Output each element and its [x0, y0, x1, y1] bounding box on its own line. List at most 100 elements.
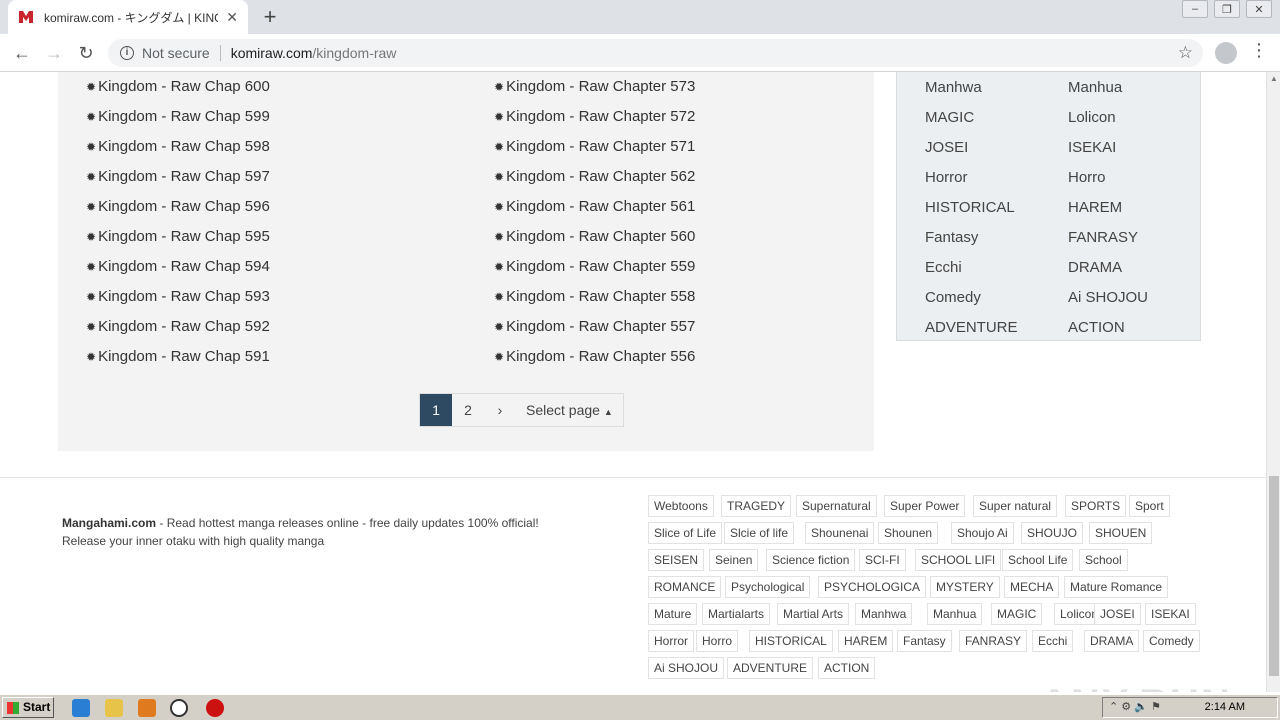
genre-tag[interactable]: ADVENTURE: [727, 657, 814, 679]
genre-link[interactable]: Lolicon: [1068, 108, 1116, 128]
genre-tag[interactable]: Ai SHOJOU: [648, 657, 725, 679]
page-scrollbar[interactable]: ▲: [1266, 72, 1280, 692]
genre-tag[interactable]: Webtoons: [648, 495, 714, 517]
page-2-button[interactable]: 2: [452, 394, 484, 426]
genre-link[interactable]: Manhua: [1068, 78, 1122, 98]
chapter-link[interactable]: ✹ Kingdom - Raw Chap 595: [86, 227, 270, 247]
genre-tag[interactable]: JOSEI: [1094, 603, 1141, 625]
genre-tag[interactable]: Mature Romance: [1064, 576, 1169, 598]
chrome-icon[interactable]: [170, 699, 188, 717]
genre-tag[interactable]: Science fiction: [766, 549, 856, 571]
chapter-link[interactable]: ✹ Kingdom - Raw Chapter 558: [494, 287, 695, 307]
genre-tag[interactable]: TRAGEDY: [721, 495, 792, 517]
genre-tag[interactable]: Slcie of life: [724, 522, 795, 544]
genre-tag[interactable]: ROMANCE: [648, 576, 722, 598]
genre-tag[interactable]: Super natural: [973, 495, 1058, 517]
genre-tag[interactable]: Ecchi: [1032, 630, 1074, 652]
next-page-button[interactable]: ›: [484, 394, 516, 426]
genre-tag[interactable]: HAREM: [838, 630, 894, 652]
genre-tag[interactable]: MECHA: [1004, 576, 1060, 598]
scroll-up-icon[interactable]: ▲: [1270, 74, 1278, 83]
chapter-link[interactable]: ✹ Kingdom - Raw Chapter 557: [494, 317, 695, 337]
genre-tag[interactable]: Slice of Life: [648, 522, 723, 544]
restore-icon[interactable]: ❐: [1214, 0, 1240, 18]
tab-close-icon[interactable]: ✕: [226, 9, 238, 26]
genre-tag[interactable]: DRAMA: [1084, 630, 1140, 652]
chapter-link[interactable]: ✹ Kingdom - Raw Chapter 573: [494, 77, 695, 97]
genre-tag[interactable]: Shounen: [878, 522, 939, 544]
scrollbar-thumb[interactable]: [1269, 476, 1279, 676]
minimize-icon[interactable]: –: [1182, 0, 1208, 18]
genre-tag[interactable]: Shounenai: [805, 522, 875, 544]
genre-tag[interactable]: Shoujo Ai: [951, 522, 1014, 544]
genre-tag[interactable]: Seinen: [709, 549, 759, 571]
genre-tag[interactable]: Supernatural: [796, 495, 877, 517]
genre-link[interactable]: ISEKAI: [1068, 138, 1116, 158]
page-1-button[interactable]: 1: [420, 394, 452, 426]
genre-tag[interactable]: SEISEN: [648, 549, 705, 571]
genre-tag[interactable]: Horror: [648, 630, 695, 652]
genre-link[interactable]: HISTORICAL: [925, 198, 1015, 218]
genre-link[interactable]: Horro: [1068, 168, 1106, 188]
select-page-dropdown[interactable]: Select page ▲: [516, 394, 623, 426]
genre-link[interactable]: ADVENTURE: [925, 318, 1018, 338]
genre-link[interactable]: HAREM: [1068, 198, 1122, 218]
start-button[interactable]: Start: [2, 697, 54, 718]
info-icon[interactable]: i: [120, 46, 134, 60]
close-window-icon[interactable]: ✕: [1246, 0, 1272, 18]
address-bar[interactable]: i Not secure komiraw.com/kingdom-raw ☆: [108, 39, 1203, 67]
genre-tag[interactable]: Martial Arts: [777, 603, 850, 625]
genre-tag[interactable]: SHOUJO: [1021, 522, 1084, 544]
kebab-menu-icon[interactable]: ⋮: [1250, 40, 1268, 61]
genre-tag[interactable]: Sport: [1129, 495, 1170, 517]
genre-tag[interactable]: SPORTS: [1065, 495, 1127, 517]
media-player-icon[interactable]: [138, 699, 156, 717]
chapter-link[interactable]: ✹ Kingdom - Raw Chap 597: [86, 167, 270, 187]
genre-tag[interactable]: SHOUEN: [1089, 522, 1153, 544]
forward-arrow-icon[interactable]: →: [42, 42, 66, 64]
genre-tag[interactable]: Comedy: [1143, 630, 1200, 652]
new-tab-button[interactable]: +: [258, 4, 282, 30]
genre-tag[interactable]: School: [1079, 549, 1128, 571]
genre-link[interactable]: Ai SHOJOU: [1068, 288, 1148, 308]
genre-tag[interactable]: PSYCHOLOGICA: [818, 576, 927, 598]
chapter-link[interactable]: ✹ Kingdom - Raw Chapter 559: [494, 257, 695, 277]
genre-tag[interactable]: Fantasy: [897, 630, 952, 652]
chapter-link[interactable]: ✹ Kingdom - Raw Chapter 560: [494, 227, 695, 247]
genre-tag[interactable]: Super Power: [884, 495, 966, 517]
genre-link[interactable]: ACTION: [1068, 318, 1125, 338]
genre-link[interactable]: DRAMA: [1068, 258, 1122, 278]
genre-tag[interactable]: SCI-FI: [859, 549, 906, 571]
browser-tab[interactable]: komiraw.com - キングダム | KINGDOM ✕: [8, 0, 248, 34]
chapter-link[interactable]: ✹ Kingdom - Raw Chapter 556: [494, 347, 695, 367]
ie-icon[interactable]: [72, 699, 90, 717]
folder-icon[interactable]: [105, 699, 123, 717]
chapter-link[interactable]: ✹ Kingdom - Raw Chap 592: [86, 317, 270, 337]
chapter-link[interactable]: ✹ Kingdom - Raw Chapter 562: [494, 167, 695, 187]
chapter-link[interactable]: ✹ Kingdom - Raw Chap 591: [86, 347, 270, 367]
back-arrow-icon[interactable]: ←: [10, 42, 34, 64]
chapter-link[interactable]: ✹ Kingdom - Raw Chap 600: [86, 77, 270, 97]
chapter-link[interactable]: ✹ Kingdom - Raw Chap 593: [86, 287, 270, 307]
genre-tag[interactable]: Manhua: [927, 603, 983, 625]
genre-tag[interactable]: SCHOOL LIFI: [915, 549, 1002, 571]
chapter-link[interactable]: ✹ Kingdom - Raw Chap 598: [86, 137, 270, 157]
reload-icon[interactable]: ↻: [74, 42, 98, 64]
genre-link[interactable]: Comedy: [925, 288, 981, 308]
chapter-link[interactable]: ✹ Kingdom - Raw Chapter 572: [494, 107, 695, 127]
genre-tag[interactable]: FANRASY: [959, 630, 1028, 652]
genre-link[interactable]: MAGIC: [925, 108, 974, 128]
genre-link[interactable]: Ecchi: [925, 258, 962, 278]
genre-tag[interactable]: Manhwa: [855, 603, 913, 625]
genre-tag[interactable]: ISEKAI: [1145, 603, 1196, 625]
footer-brand[interactable]: Mangahami.com: [62, 516, 156, 530]
genre-tag[interactable]: HISTORICAL: [749, 630, 833, 652]
genre-tag[interactable]: School Life: [1002, 549, 1074, 571]
genre-tag[interactable]: ACTION: [818, 657, 876, 679]
genre-tag[interactable]: MYSTERY: [930, 576, 1000, 598]
chapter-link[interactable]: ✹ Kingdom - Raw Chapter 561: [494, 197, 695, 217]
profile-avatar-icon[interactable]: [1215, 42, 1237, 64]
genre-tag[interactable]: Mature: [648, 603, 698, 625]
bookmark-star-icon[interactable]: ☆: [1178, 43, 1193, 63]
genre-link[interactable]: Horror: [925, 168, 968, 188]
